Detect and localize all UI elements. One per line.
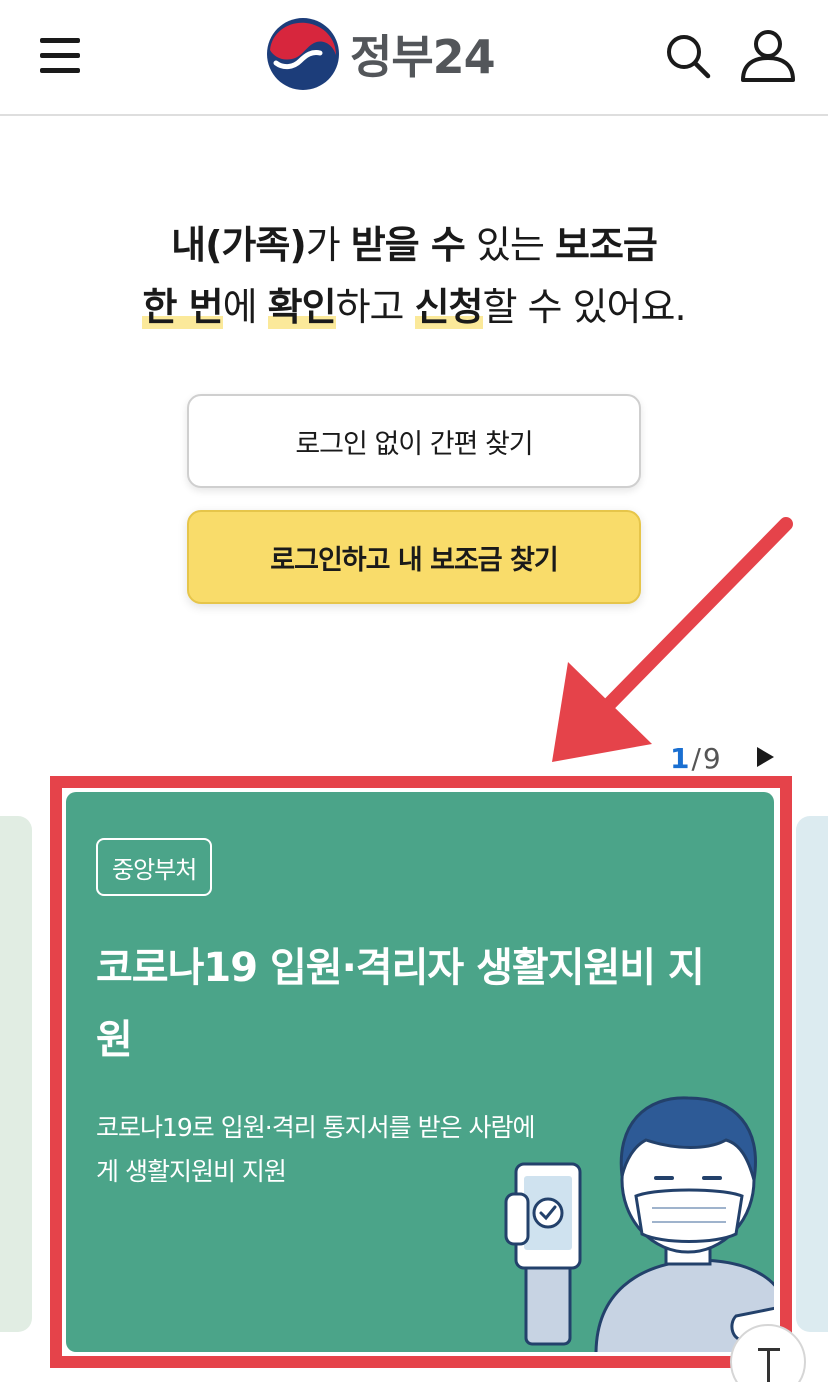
carousel-next-card[interactable] (796, 816, 828, 1332)
pager-total: 9 (702, 741, 721, 775)
headline-highlight: 한 번 (142, 285, 224, 329)
headline-text: 에 (222, 285, 268, 329)
headline-highlight: 확인 (267, 285, 337, 329)
headline-text: 할 수 있어요. (482, 285, 687, 329)
hamburger-menu-icon[interactable] (36, 34, 84, 78)
login-find-subsidy-button[interactable]: 로그인하고 내 보조금 찾기 (187, 510, 641, 604)
pager-separator: / (691, 741, 701, 775)
search-icon[interactable] (664, 32, 712, 80)
red-highlight-frame (50, 776, 792, 1368)
top-header: 정부24 (0, 0, 828, 116)
headline-text: 가 (305, 223, 351, 267)
carousel-pager: 1 / 9 (670, 738, 721, 778)
headline-text: 받을 수 (350, 223, 466, 267)
taegeuk-logo-icon (267, 18, 339, 90)
headline-text: 보조금 (555, 223, 658, 267)
page: 정부24 내(가족)가 받을 수 있는 보조금 한 번에 확인하고 신청할 수 … (0, 0, 828, 1382)
hero-headline: 내(가족)가 받을 수 있는 보조금 한 번에 확인하고 신청할 수 있어요. (0, 214, 828, 338)
headline-highlight: 신청 (414, 285, 483, 329)
headline-line-1: 내(가족)가 받을 수 있는 보조금 (0, 214, 828, 276)
gov24-logo[interactable]: 정부24 (266, 14, 496, 94)
user-icon[interactable] (738, 28, 798, 84)
pager-current: 1 (670, 741, 690, 775)
logo-text: 정부24 (350, 30, 496, 84)
headline-text: 있는 (464, 223, 555, 267)
headline-text: 내(가족) (171, 223, 307, 267)
headline-line-2: 한 번에 확인하고 신청할 수 있어요. (0, 276, 828, 338)
play-next-icon[interactable] (752, 744, 778, 770)
carousel-prev-card[interactable] (0, 816, 32, 1332)
find-without-login-button[interactable]: 로그인 없이 간편 찾기 (187, 394, 641, 488)
headline-text: 하고 (335, 285, 415, 329)
